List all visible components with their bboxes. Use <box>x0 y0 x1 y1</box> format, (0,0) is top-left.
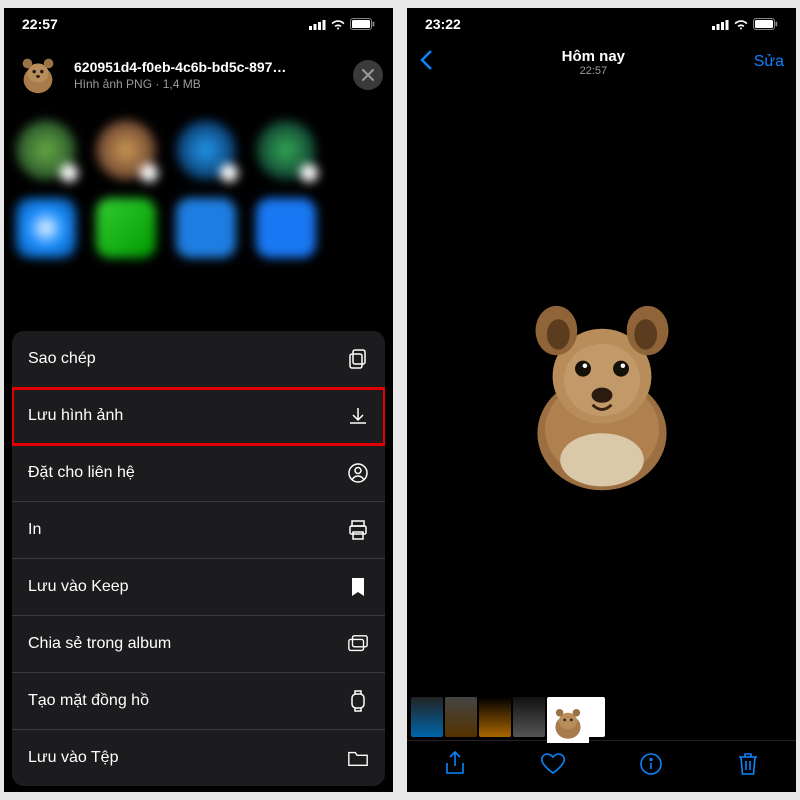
action-label: Sao chép <box>28 350 96 368</box>
nav-title: Hôm nay <box>562 48 625 65</box>
action-album[interactable]: Chia sẻ trong album <box>12 616 385 673</box>
contact-icon <box>347 462 369 484</box>
contact-avatar[interactable] <box>176 120 236 180</box>
wifi-icon <box>733 19 749 30</box>
nav-subtitle: 22:57 <box>562 65 625 77</box>
action-list: Sao chép Lưu hình ảnh Đặt cho liên hệ In Lưu… <box>12 331 385 786</box>
action-label: Đặt cho liên hệ <box>28 464 135 482</box>
info-button[interactable] <box>639 752 663 781</box>
photos-viewer-screen: 23:22 Hôm nay 22:57 Sửa <box>407 8 796 792</box>
status-indicators <box>309 18 375 30</box>
photo-canvas[interactable] <box>407 84 796 694</box>
file-header: 620951d4-f0eb-4c6b-bd5c-897… Hình ảnh PN… <box>14 50 383 100</box>
file-name: 620951d4-f0eb-4c6b-bd5c-897… <box>74 59 343 75</box>
battery-icon <box>350 18 375 30</box>
folder-icon <box>347 747 369 769</box>
action-label: Lưu hình ảnh <box>28 407 123 425</box>
file-thumbnail <box>14 50 64 100</box>
action-download[interactable]: Lưu hình ảnh <box>12 388 385 445</box>
status-bar: 22:57 <box>4 8 393 40</box>
app-icon[interactable] <box>256 198 316 258</box>
action-folder[interactable]: Lưu vào Tệp <box>12 730 385 786</box>
delete-button[interactable] <box>737 751 759 782</box>
app-icon[interactable] <box>16 198 76 258</box>
print-icon <box>347 519 369 541</box>
status-time: 22:57 <box>22 16 58 32</box>
action-watch[interactable]: Tạo mặt đồng hồ <box>12 673 385 730</box>
app-icon[interactable] <box>176 198 236 258</box>
action-label: Lưu vào Keep <box>28 578 129 596</box>
photo-content <box>507 285 697 494</box>
contact-avatar[interactable] <box>256 120 316 180</box>
info-icon <box>639 752 663 776</box>
file-info: 620951d4-f0eb-4c6b-bd5c-897… Hình ảnh PN… <box>74 59 343 91</box>
status-bar: 23:22 <box>407 8 796 40</box>
action-label: Lưu vào Tệp <box>28 749 118 767</box>
thumb-item-selected[interactable] <box>547 697 605 737</box>
favorite-button[interactable] <box>540 752 566 781</box>
nav-bar: Hôm nay 22:57 Sửa <box>407 40 796 84</box>
thumb-item[interactable] <box>513 697 545 737</box>
contact-avatar[interactable] <box>16 120 76 180</box>
share-button[interactable] <box>444 751 466 782</box>
file-meta: Hình ảnh PNG · 1,4 MB <box>74 77 343 91</box>
action-label: Tạo mặt đồng hồ <box>28 692 149 710</box>
edit-button[interactable]: Sửa <box>754 53 784 71</box>
share-targets-blurred <box>4 110 393 325</box>
status-time: 23:22 <box>425 16 461 32</box>
action-label: Chia sẻ trong album <box>28 635 171 653</box>
thumb-item[interactable] <box>445 697 477 737</box>
action-print[interactable]: In <box>12 502 385 559</box>
nav-title-block: Hôm nay 22:57 <box>562 48 625 77</box>
back-button[interactable] <box>419 49 433 76</box>
album-icon <box>347 633 369 655</box>
heart-icon <box>540 752 566 776</box>
contact-avatar[interactable] <box>96 120 156 180</box>
wifi-icon <box>330 19 346 30</box>
app-icon[interactable] <box>96 198 156 258</box>
download-icon <box>347 405 369 427</box>
copy-icon <box>347 348 369 370</box>
thumb-item[interactable] <box>411 697 443 737</box>
action-copy[interactable]: Sao chép <box>12 331 385 388</box>
thumb-item[interactable] <box>479 697 511 737</box>
thumbnail-strip[interactable] <box>407 694 796 740</box>
action-label: In <box>28 521 41 539</box>
status-indicators <box>712 18 778 30</box>
close-button[interactable] <box>353 60 383 90</box>
action-contact[interactable]: Đặt cho liên hệ <box>12 445 385 502</box>
chevron-left-icon <box>419 49 433 71</box>
battery-icon <box>753 18 778 30</box>
share-sheet-screen: 22:57 620951d4-f0eb-4c6b-bd5c-897… Hình … <box>4 8 393 792</box>
signal-icon <box>712 19 729 30</box>
signal-icon <box>309 19 326 30</box>
bookmark-icon <box>347 576 369 598</box>
close-icon <box>362 69 374 81</box>
share-icon <box>444 751 466 777</box>
watch-icon <box>347 690 369 712</box>
photo-toolbar <box>407 740 796 792</box>
action-bookmark[interactable]: Lưu vào Keep <box>12 559 385 616</box>
trash-icon <box>737 751 759 777</box>
